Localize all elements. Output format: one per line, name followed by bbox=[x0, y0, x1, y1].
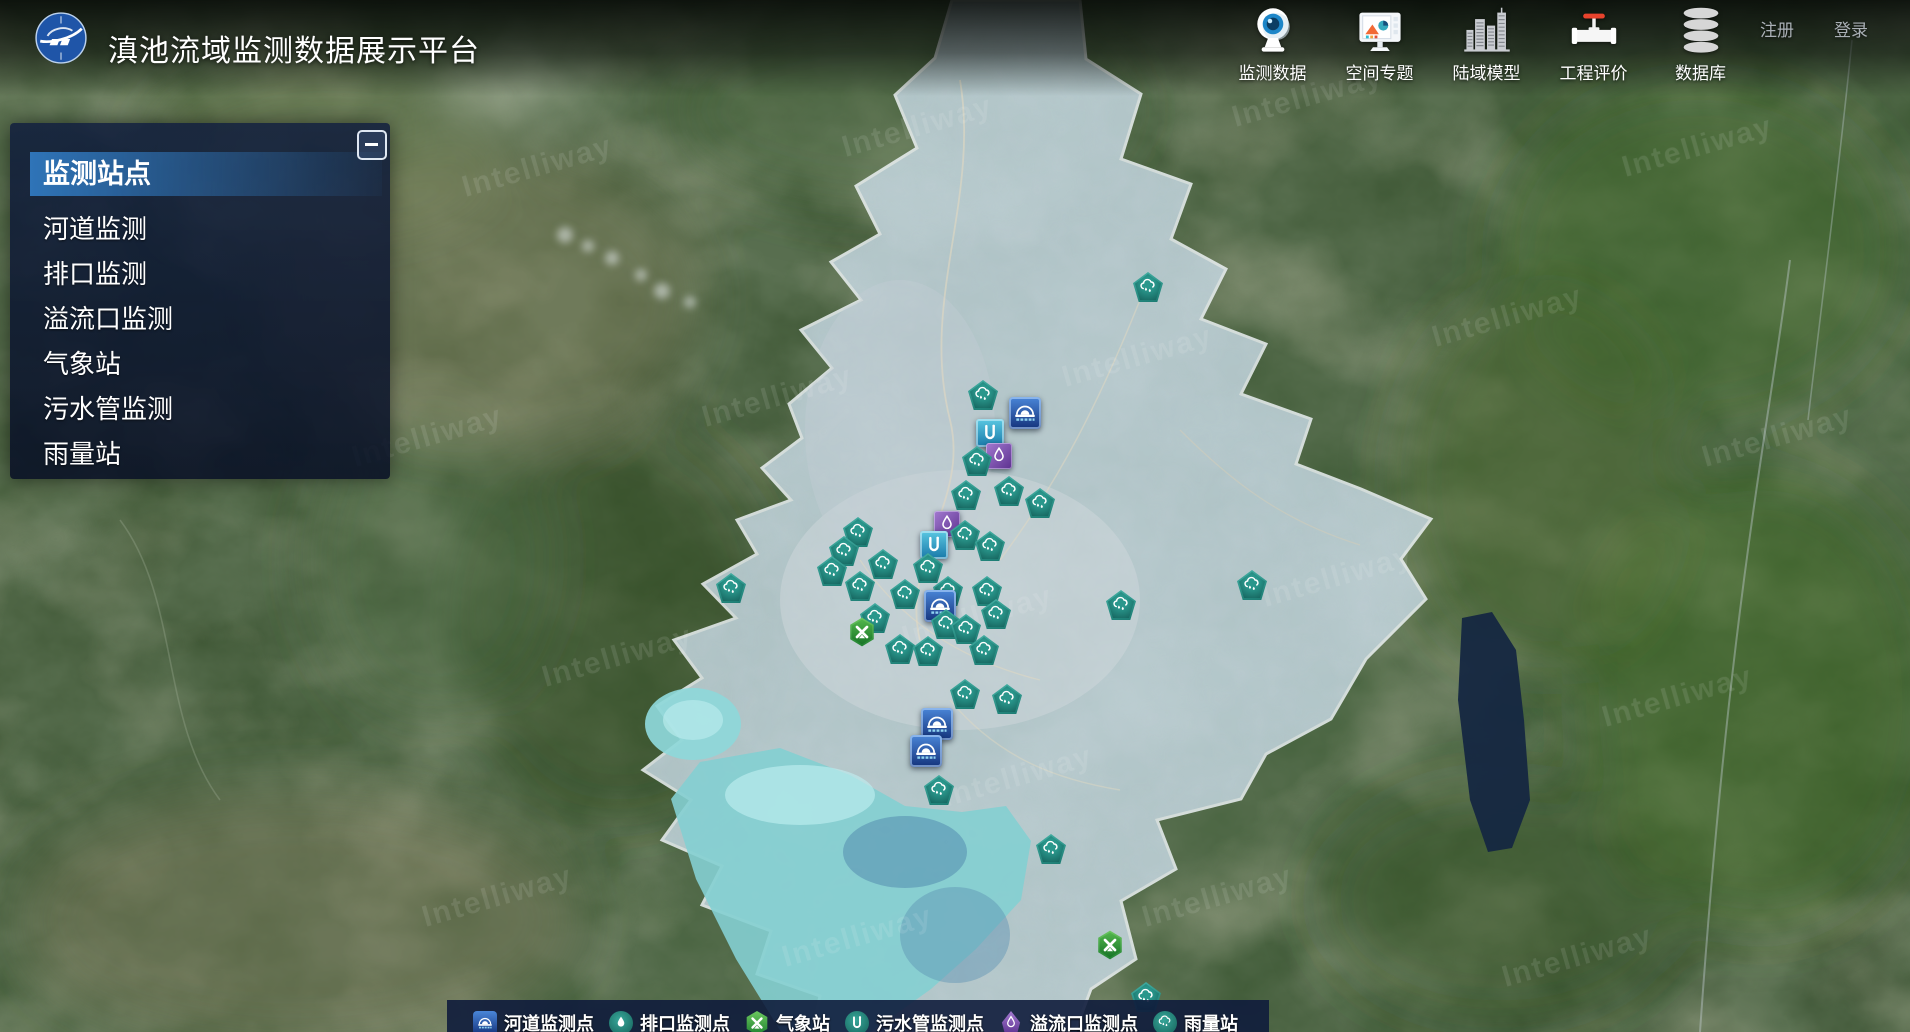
rain-glyph-icon bbox=[720, 578, 742, 600]
sewage-glyph-icon bbox=[923, 534, 945, 556]
river-glyph-icon bbox=[1012, 400, 1038, 426]
legend-item-label: 污水管监测点 bbox=[876, 1010, 984, 1032]
app-root: IntelliwayIntelliwayIntelliwayIntelliway… bbox=[0, 0, 1910, 1032]
nav-item-2[interactable]: 空间专题 bbox=[1326, 5, 1433, 84]
panel-menu: 河道监测排口监测溢流口监测气象站污水管监测雨量站 bbox=[10, 207, 390, 477]
map-marker-river[interactable] bbox=[910, 735, 942, 767]
rain-glyph-icon bbox=[821, 561, 843, 583]
rain-legend-icon bbox=[1153, 1011, 1177, 1032]
rain-glyph-icon bbox=[917, 641, 939, 663]
page-title: 滇池流域监测数据展示平台 bbox=[108, 26, 480, 70]
legend-item-label: 排口监测点 bbox=[640, 1010, 730, 1032]
monitor-chart-icon bbox=[1354, 5, 1406, 57]
header-nav: 监测数据 空间专题 陆域模型 工程评价 数据库 bbox=[1219, 5, 1754, 84]
top-header: 滇池流域监测数据展示平台 监测数据 空间专题 陆域模型 工程评价 数据库 注册 登录 bbox=[0, 0, 1910, 96]
rain-glyph-icon bbox=[1040, 839, 1062, 861]
river-glyph-icon bbox=[924, 711, 950, 737]
nav-item-label: 陆域模型 bbox=[1453, 59, 1521, 84]
legend-item-outlet[interactable]: 排口监测点 bbox=[609, 1010, 730, 1032]
panel-minimize-button[interactable] bbox=[357, 130, 387, 160]
panel-title: 监测站点 bbox=[30, 152, 382, 196]
sewage-legend-icon bbox=[845, 1011, 869, 1032]
river-glyph-icon bbox=[913, 738, 939, 764]
rain-glyph-icon bbox=[917, 558, 939, 580]
rain-glyph-icon bbox=[955, 619, 977, 641]
legend-item-river[interactable]: 河道监测点 bbox=[473, 1010, 594, 1032]
sidebar-item-5[interactable]: 污水管监测 bbox=[10, 387, 390, 432]
sidebar-item-4[interactable]: 气象站 bbox=[10, 342, 390, 387]
nav-item-3[interactable]: 陆域模型 bbox=[1433, 5, 1540, 84]
weather-glyph-icon bbox=[748, 1014, 766, 1032]
rain-glyph-icon bbox=[996, 689, 1018, 711]
auth-links: 注册 登录 bbox=[1760, 16, 1868, 41]
rain-glyph-icon bbox=[894, 584, 916, 606]
rain-glyph-icon bbox=[849, 576, 871, 598]
rain-glyph-icon bbox=[976, 581, 998, 603]
sidebar-item-1[interactable]: 河道监测 bbox=[10, 207, 390, 252]
nav-item-label: 空间专题 bbox=[1346, 59, 1414, 84]
legend-item-rain[interactable]: 雨量站 bbox=[1153, 1010, 1238, 1032]
platform-logo bbox=[34, 11, 88, 65]
rain-glyph-icon bbox=[1029, 493, 1051, 515]
sidebar-item-2[interactable]: 排口监测 bbox=[10, 252, 390, 297]
rain-glyph-icon bbox=[1156, 1014, 1174, 1032]
nav-item-label: 工程评价 bbox=[1560, 59, 1628, 84]
nav-item-label: 监测数据 bbox=[1239, 59, 1307, 84]
pipe-valve-icon bbox=[1568, 5, 1620, 57]
nav-item-5[interactable]: 数据库 bbox=[1647, 5, 1754, 84]
weather-glyph-icon bbox=[852, 621, 872, 643]
monitoring-stations-panel: 监测站点 河道监测排口监测溢流口监测气象站污水管监测雨量站 bbox=[10, 123, 390, 479]
rain-glyph-icon bbox=[955, 485, 977, 507]
overflow-glyph-icon bbox=[988, 445, 1010, 467]
rain-glyph-icon bbox=[954, 525, 976, 547]
nav-item-1[interactable]: 监测数据 bbox=[1219, 5, 1326, 84]
river-legend-icon bbox=[473, 1011, 497, 1032]
legend-item-label: 气象站 bbox=[776, 1010, 830, 1032]
rain-glyph-icon bbox=[1137, 277, 1159, 299]
overflow-glyph-icon bbox=[1002, 1014, 1020, 1032]
rain-glyph-icon bbox=[998, 481, 1020, 503]
outlet-legend-icon bbox=[609, 1011, 633, 1032]
city-buildings-icon bbox=[1461, 5, 1513, 57]
register-link[interactable]: 注册 bbox=[1760, 16, 1794, 41]
database-icon bbox=[1675, 5, 1727, 57]
legend-item-overflow[interactable]: 溢流口监测点 bbox=[999, 1010, 1138, 1032]
map-legend: 河道监测点 排口监测点 气象站 污水管监测点 溢流口监测点 雨量站 bbox=[447, 1000, 1269, 1032]
legend-item-label: 河道监测点 bbox=[504, 1010, 594, 1032]
rain-glyph-icon bbox=[973, 640, 995, 662]
rain-glyph-icon bbox=[972, 385, 994, 407]
rain-glyph-icon bbox=[954, 684, 976, 706]
sidebar-item-6[interactable]: 雨量站 bbox=[10, 432, 390, 477]
legend-item-sewage[interactable]: 污水管监测点 bbox=[845, 1010, 984, 1032]
rain-glyph-icon bbox=[979, 536, 1001, 558]
river-glyph-icon bbox=[476, 1014, 494, 1032]
rain-glyph-icon bbox=[889, 639, 911, 661]
map-marker-river[interactable] bbox=[1009, 397, 1041, 429]
legend-item-label: 雨量站 bbox=[1184, 1010, 1238, 1032]
map-marker-sewage[interactable] bbox=[920, 531, 948, 559]
weather-glyph-icon bbox=[1100, 934, 1120, 956]
sewage-glyph-icon bbox=[979, 422, 1001, 444]
outlet-glyph-icon bbox=[612, 1014, 630, 1032]
overflow-legend-icon bbox=[999, 1011, 1023, 1032]
rain-glyph-icon bbox=[985, 604, 1007, 626]
legend-item-weather[interactable]: 气象站 bbox=[745, 1010, 830, 1032]
login-link[interactable]: 登录 bbox=[1834, 16, 1868, 41]
rain-glyph-icon bbox=[1110, 595, 1132, 617]
legend-item-label: 溢流口监测点 bbox=[1030, 1010, 1138, 1032]
rain-glyph-icon bbox=[966, 451, 988, 473]
rain-glyph-icon bbox=[928, 780, 950, 802]
weather-legend-icon bbox=[745, 1011, 769, 1032]
rain-glyph-icon bbox=[1241, 575, 1263, 597]
sewage-glyph-icon bbox=[848, 1014, 866, 1032]
rain-glyph-icon bbox=[872, 554, 894, 576]
nav-item-4[interactable]: 工程评价 bbox=[1540, 5, 1647, 84]
minus-icon bbox=[365, 143, 378, 146]
sidebar-item-3[interactable]: 溢流口监测 bbox=[10, 297, 390, 342]
nav-item-label: 数据库 bbox=[1675, 59, 1726, 84]
webcam-icon bbox=[1247, 5, 1299, 57]
